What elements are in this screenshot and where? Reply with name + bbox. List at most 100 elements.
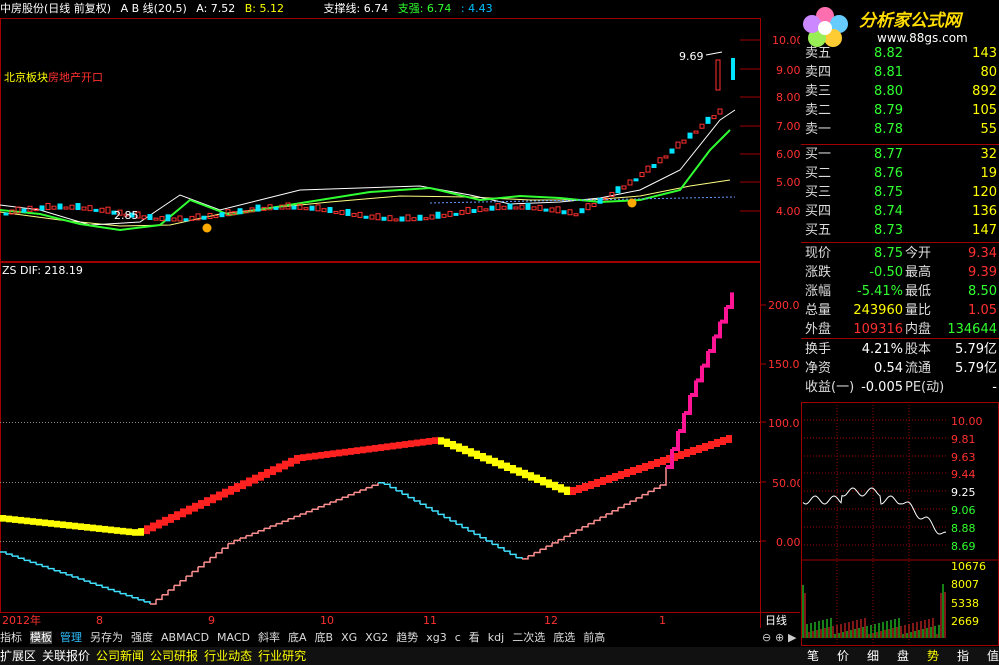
candle (549, 207, 555, 213)
zoom-in-button[interactable]: ⊕ (775, 631, 784, 644)
bottom-tab[interactable]: 行业研究 (258, 649, 306, 663)
toolbar-button[interactable]: 模板 (30, 631, 52, 644)
candle (315, 204, 321, 212)
right-tab[interactable]: 值 (981, 647, 999, 665)
candle (573, 213, 579, 217)
sell-row[interactable]: 卖五 8.82 143 (801, 44, 999, 64)
bottom-tab[interactable]: 行业动态 (204, 649, 252, 663)
toolbar-button[interactable]: 强度 (131, 631, 153, 644)
stat-label: 涨跌 (805, 265, 832, 280)
candle (621, 185, 627, 190)
buy-row[interactable]: 买四 8.74 136 (801, 202, 999, 222)
fast-line-segment (444, 516, 451, 521)
toolbar-button[interactable]: ABMACD (161, 631, 209, 644)
price-tick: 5.00 (776, 176, 800, 189)
zoom-controls[interactable]: ⊖ ⊕ ▶ (762, 631, 797, 644)
buy-label: 买三 (805, 185, 832, 200)
toolbar-button[interactable]: xg3 (426, 631, 447, 644)
sell-row[interactable]: 卖一 8.78 55 (801, 120, 999, 140)
time-label: 9 (208, 614, 215, 627)
fast-line-segment (654, 485, 661, 489)
slow-line-segment (498, 460, 504, 469)
candle (327, 207, 333, 214)
ind-tick: 150.00 (768, 358, 800, 371)
toolbar-button[interactable]: kdj (488, 631, 504, 644)
toolbar-button[interactable]: 前高 (583, 631, 605, 644)
ind-tick: 100.00 (768, 417, 800, 430)
candle (411, 217, 417, 222)
toolbar-button[interactable]: c (455, 631, 461, 644)
right-tab[interactable]: 盘 (891, 647, 915, 665)
fast-line-segment (684, 395, 692, 415)
stat-row: 涨幅 -5.41% 最低 8.50 (801, 282, 999, 302)
toolbar-button[interactable]: 看 (469, 631, 480, 644)
fast-line-segment (408, 496, 415, 501)
stat-label: 股本 (905, 342, 932, 357)
buy-row[interactable]: 买一 8.77 32 (801, 145, 999, 165)
toolbar-button[interactable]: 管理 (60, 631, 82, 644)
intraday-chart[interactable]: 10.00 9.81 9.63 9.44 9.25 9.06 8.88 8.69… (801, 402, 999, 646)
right-tab[interactable]: 势 (921, 647, 945, 665)
toolbar-button[interactable]: MACD (217, 631, 250, 644)
buy-row[interactable]: 买三 8.75 120 (801, 183, 999, 203)
bottom-tab[interactable]: 扩展区 (0, 649, 36, 663)
toolbar-button[interactable]: 二次选 (512, 631, 545, 644)
right-tab[interactable]: 价 (831, 647, 855, 665)
stat-row: 外盘 109316 内盘 134644 (801, 320, 999, 340)
toolbar-button[interactable]: 斜率 (258, 631, 280, 644)
bottom-tab[interactable]: 公司研报 (150, 649, 198, 663)
slow-line-segment (288, 457, 294, 467)
candle (93, 208, 99, 212)
toolbar-button[interactable]: 另存为 (90, 631, 123, 644)
period-label[interactable]: 日线 (765, 613, 787, 627)
stat-label: 最低 (905, 284, 932, 299)
fast-line-segment (726, 292, 734, 309)
stat-label: 涨幅 (805, 284, 832, 299)
toolbar-button[interactable]: 指标 (0, 631, 22, 644)
sell-price: 8.78 (874, 122, 903, 137)
slow-line-segment (456, 443, 462, 452)
main-chart[interactable]: 北京板块 房地产开口 9.69 2.85 ZS DIF: 218.19 10.0… (0, 0, 800, 646)
candle (717, 108, 723, 115)
zoom-out-button[interactable]: ⊖ (762, 631, 771, 644)
bottom-tab[interactable]: 关联报价 (42, 649, 90, 663)
sell-row[interactable]: 卖二 8.79 105 (801, 101, 999, 121)
candle (507, 203, 513, 210)
bottom-tab[interactable]: 公司新闻 (96, 649, 144, 663)
buy-row[interactable]: 买五 8.73 147 (801, 221, 999, 241)
fast-line-segment (612, 507, 619, 512)
sell-row[interactable]: 卖四 8.81 80 (801, 63, 999, 83)
slow-line-segment (486, 455, 492, 464)
buy-row[interactable]: 买二 8.76 19 (801, 164, 999, 184)
slow-line-segment (198, 500, 204, 509)
slow-line-segment (138, 528, 144, 536)
zoom-reset-button[interactable]: ▶ (788, 631, 797, 644)
toolbar-button[interactable]: XG2 (365, 631, 388, 644)
candle (339, 209, 345, 215)
toolbar-button[interactable]: 底B (315, 631, 334, 644)
sell-row[interactable]: 卖三 8.80 892 (801, 82, 999, 102)
candle (273, 206, 279, 210)
toolbar-button[interactable]: XG (341, 631, 357, 644)
right-tab[interactable]: 指 (951, 647, 975, 665)
candle (183, 218, 189, 222)
right-tab[interactable]: 笔 (801, 647, 825, 665)
mini-tick: 9.63 (951, 451, 976, 464)
slow-line-segment (414, 439, 420, 447)
dif-value: DIF: 218.19 (20, 264, 83, 277)
candle (699, 123, 705, 129)
fast-line-segment (300, 511, 307, 515)
slow-line-segment (708, 441, 714, 449)
fast-line-segment (588, 520, 595, 525)
candle (381, 216, 387, 221)
toolbar-button[interactable]: 底A (288, 631, 307, 644)
right-tab[interactable]: 细 (861, 647, 885, 665)
stat-label: 量比 (905, 303, 932, 318)
toolbar-button[interactable]: 底选 (553, 631, 575, 644)
candle (615, 186, 621, 194)
fast-line-segment (672, 431, 680, 451)
toolbar-button[interactable]: 趋势 (396, 631, 418, 644)
slow-line-segment (528, 472, 534, 481)
fast-line-segment (282, 518, 289, 522)
slow-line-segment (174, 511, 180, 521)
